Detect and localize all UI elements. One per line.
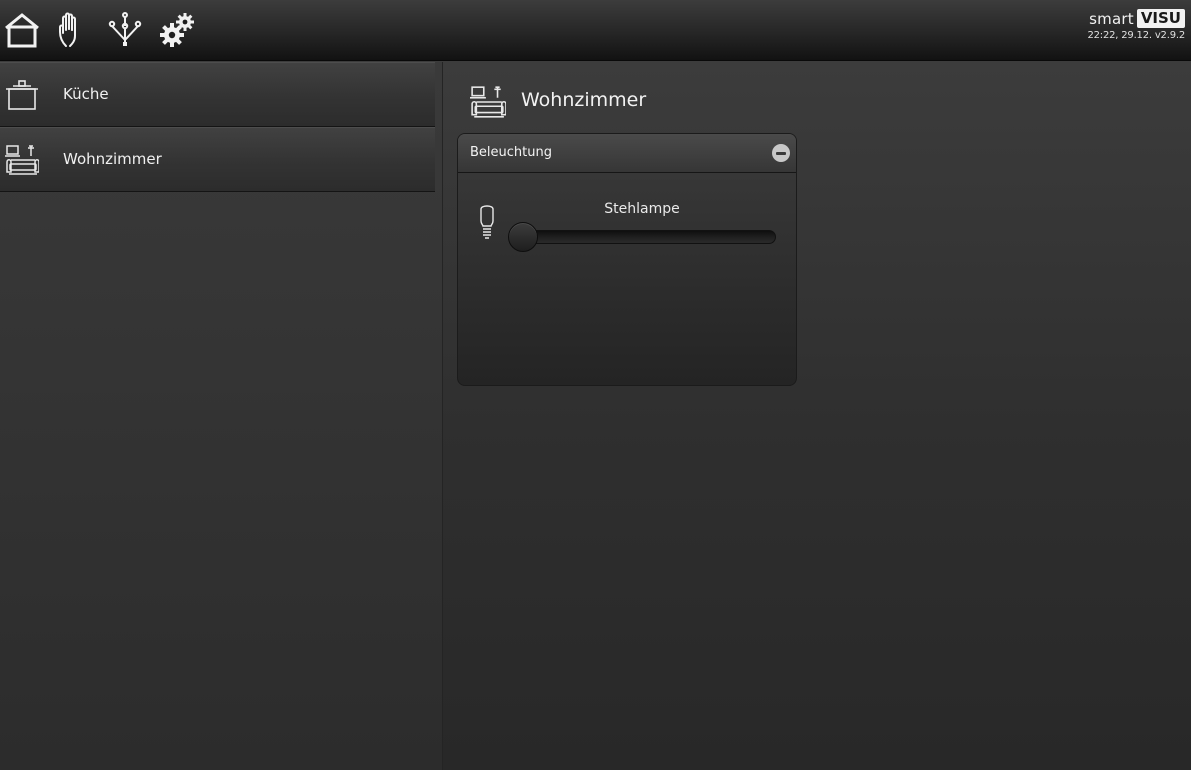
gears-icon (160, 13, 194, 47)
lighting-panel: Beleuchtung Stehlampe (457, 133, 797, 386)
panel-header[interactable]: Beleuchtung (458, 134, 796, 173)
dimmer-slider-handle[interactable] (508, 222, 538, 252)
time-version-text: 22:22, 29.12. v2.9.2 (1087, 30, 1185, 41)
network-button[interactable] (103, 8, 147, 52)
collapse-button[interactable] (772, 144, 790, 162)
living-room-icon (5, 145, 39, 175)
panel-title: Beleuchtung (470, 145, 552, 160)
header-bar: smart VISU 22:22, 29.12. v2.9.2 (0, 0, 1191, 61)
home-icon (5, 13, 39, 48)
brand-logo: smart VISU 22:22, 29.12. v2.9.2 (1087, 9, 1185, 41)
settings-button[interactable] (156, 8, 200, 52)
light-bulb-icon (480, 205, 494, 239)
page-title: Wohnzimmer (521, 89, 647, 111)
home-button[interactable] (0, 8, 44, 52)
sidebar-item-kueche[interactable]: Küche (0, 62, 435, 127)
sidebar: Küche Wohnzimmer (0, 62, 443, 770)
manual-control-button[interactable] (50, 8, 94, 52)
network-icon (108, 12, 142, 46)
dimmer-slider-track[interactable] (510, 230, 776, 244)
sidebar-item-label: Küche (63, 85, 109, 103)
slider-label: Stehlampe (604, 201, 680, 217)
sidebar-item-label: Wohnzimmer (63, 150, 162, 168)
minus-circle-icon (776, 151, 786, 155)
living-room-icon (470, 86, 506, 118)
sidebar-item-wohnzimmer[interactable]: Wohnzimmer (0, 127, 435, 192)
brand-smart-text: smart (1089, 9, 1134, 28)
brand-visu-badge: VISU (1136, 9, 1185, 28)
hand-icon (59, 12, 76, 47)
pot-icon (6, 80, 38, 110)
